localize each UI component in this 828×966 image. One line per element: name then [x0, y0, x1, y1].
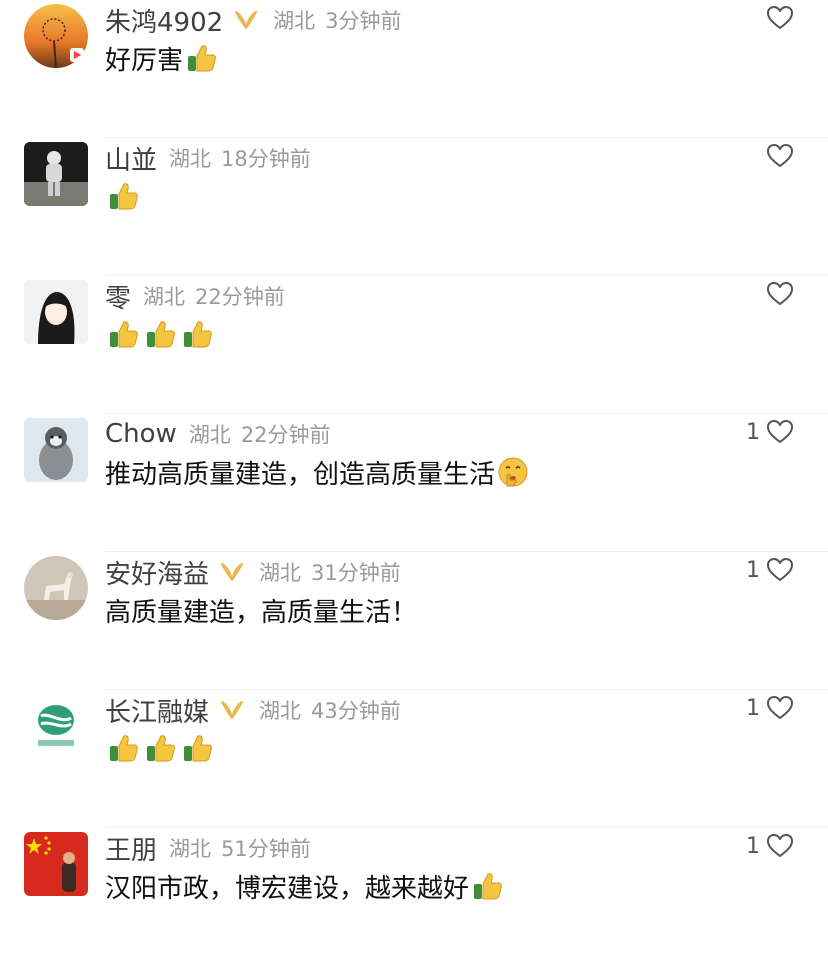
like-count: 1	[746, 695, 760, 721]
heart-icon	[767, 282, 793, 305]
timestamp: 3分钟前	[325, 9, 402, 33]
location-label: 湖北	[169, 837, 212, 861]
username[interactable]: 零	[105, 278, 131, 315]
comment-item: Chow 湖北 22分钟前 推动高质量建造，创造高质量生活 1	[0, 414, 828, 552]
avatar[interactable]	[24, 4, 88, 68]
timestamp: 22分钟前	[195, 285, 285, 309]
thumbs-up-emoji-icon	[110, 735, 138, 762]
thumbs-up-emoji-icon	[147, 735, 175, 762]
like-button[interactable]: 1	[746, 832, 794, 860]
verified-badge-icon	[221, 701, 244, 719]
username[interactable]: 山並	[105, 140, 157, 177]
username[interactable]: 长江融媒	[105, 692, 209, 729]
comment-item: 王朋 湖北 51分钟前 汉阳市政，博宏建设，越来越好 1	[0, 828, 828, 966]
verified-badge-icon	[235, 11, 258, 29]
heart-icon	[767, 696, 793, 719]
verified-badge-icon	[221, 563, 244, 581]
comment-text: 汉阳市政，博宏建设，越来越好	[105, 873, 470, 904]
location-label: 湖北	[143, 285, 186, 309]
thumbs-up-emoji-icon	[184, 735, 212, 762]
comment-item: 安好海益 湖北 31分钟前 高质量建造，高质量生活！ 1	[0, 552, 828, 690]
thumbs-up-emoji-icon	[184, 321, 212, 348]
location-label: 湖北	[188, 423, 231, 447]
comment-text: 好厉害	[105, 45, 184, 76]
like-count: 1	[746, 833, 760, 859]
location-label: 湖北	[169, 147, 212, 171]
thumbs-up-emoji-icon	[188, 45, 216, 72]
like-count: 1	[746, 557, 760, 583]
location-label: 湖北	[259, 699, 302, 723]
thumbs-up-emoji-icon	[474, 873, 502, 900]
like-button[interactable]	[760, 142, 794, 170]
avatar[interactable]	[24, 418, 88, 482]
shushing-face-emoji-icon	[498, 457, 528, 487]
timestamp: 51分钟前	[221, 837, 311, 861]
like-button[interactable]: 1	[746, 418, 794, 446]
avatar[interactable]	[24, 556, 88, 620]
thumbs-up-emoji-icon	[110, 321, 138, 348]
timestamp: 18分钟前	[221, 147, 311, 171]
like-button[interactable]: 1	[746, 556, 794, 584]
timestamp: 43分钟前	[311, 699, 401, 723]
comment-item: 长江融媒 湖北 43分钟前 1	[0, 690, 828, 828]
avatar[interactable]	[24, 142, 88, 206]
thumbs-up-emoji-icon	[147, 321, 175, 348]
username[interactable]: 王朋	[105, 830, 157, 867]
like-button[interactable]: 1	[746, 694, 794, 722]
timestamp: 31分钟前	[311, 561, 401, 585]
location-label: 湖北	[259, 561, 302, 585]
comment-item: 山並 湖北 18分钟前	[0, 138, 828, 276]
avatar[interactable]	[24, 832, 88, 896]
avatar[interactable]	[24, 280, 88, 344]
heart-icon	[767, 834, 793, 857]
comment-text: 高质量建造，高质量生活！	[105, 597, 418, 628]
avatar[interactable]	[24, 694, 88, 758]
heart-icon	[767, 6, 793, 29]
thumbs-up-emoji-icon	[110, 183, 138, 210]
timestamp: 22分钟前	[240, 423, 331, 447]
username[interactable]: Chow	[105, 419, 177, 449]
like-count: 1	[746, 419, 760, 445]
like-button[interactable]	[760, 4, 794, 32]
comment-text: 推动高质量建造，创造高质量生活	[105, 459, 496, 490]
heart-icon	[767, 558, 793, 581]
heart-icon	[767, 420, 793, 443]
username[interactable]: 朱鸿4902	[105, 2, 223, 39]
location-label: 湖北	[273, 9, 316, 33]
comment-item: 朱鸿4902 湖北 3分钟前 好厉害	[0, 0, 828, 138]
like-button[interactable]	[760, 280, 794, 308]
heart-icon	[767, 144, 793, 167]
username[interactable]: 安好海益	[105, 554, 209, 591]
comment-item: 零 湖北 22分钟前	[0, 276, 828, 414]
